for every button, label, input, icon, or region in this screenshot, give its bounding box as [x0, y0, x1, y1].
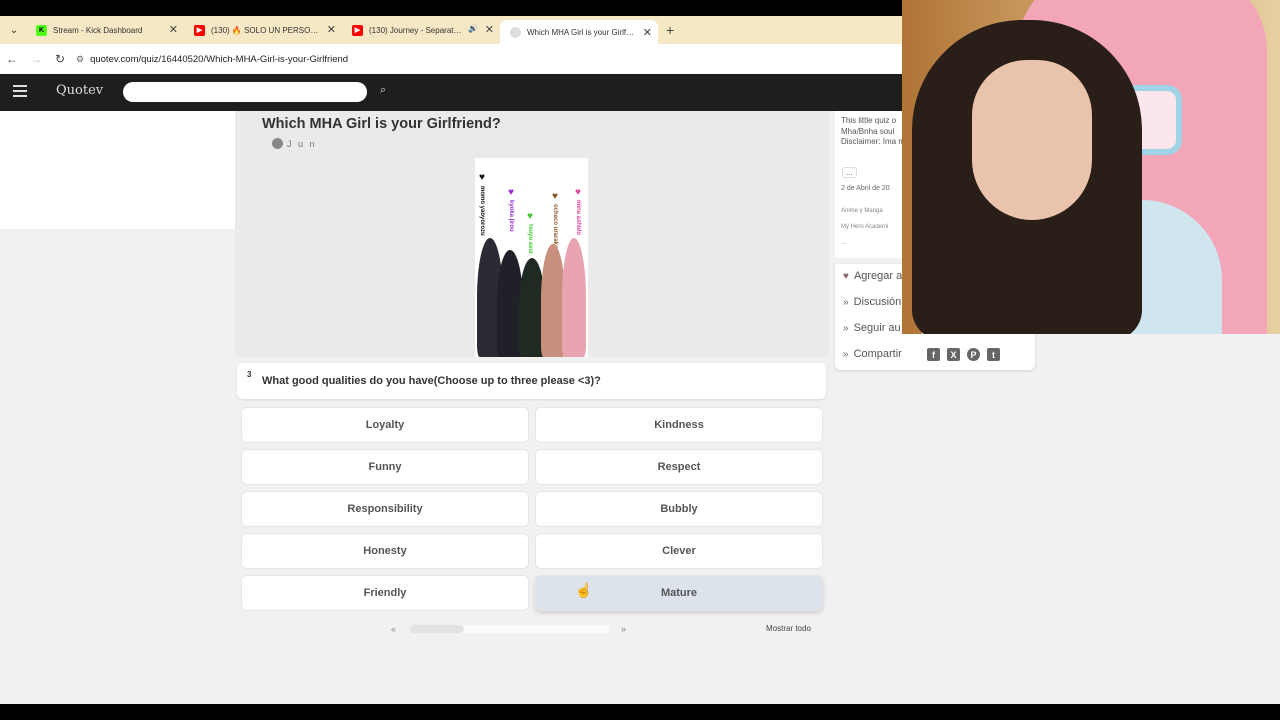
- new-tab-plus-icon[interactable]: +: [666, 22, 674, 38]
- answer-option[interactable]: Clever: [535, 533, 823, 569]
- discussion-link[interactable]: » Discusión: [843, 296, 901, 308]
- chevron-right-icon: »: [843, 349, 849, 360]
- browser-address-bar: ← → ↻ ⚙ quotev.com/quiz/16440520/Which-M…: [0, 44, 902, 74]
- tab-title: (130) Journey - Separate Ways: [369, 25, 465, 35]
- pinterest-icon[interactable]: P: [967, 348, 980, 361]
- cover-name-label: ochaco uraraka: [552, 204, 558, 249]
- pager-next-button[interactable]: »: [621, 624, 626, 634]
- avatar: [272, 138, 283, 149]
- x-icon[interactable]: X: [947, 348, 960, 361]
- heart-icon: ♥: [843, 271, 849, 282]
- link-label: Discusión: [853, 296, 902, 308]
- tag-link[interactable]: My Hero Academi: [841, 224, 888, 230]
- heart-icon: ♥: [479, 172, 485, 183]
- share-link[interactable]: » Compartir: [843, 348, 902, 360]
- webcam-overlay: [902, 0, 1280, 334]
- progress-fill: [410, 625, 464, 633]
- heart-icon: ♥: [552, 191, 558, 202]
- chair-logo: [1092, 0, 1202, 50]
- quotev-favicon-icon: [510, 26, 521, 38]
- url-field[interactable]: ⚙ quotev.com/quiz/16440520/Which-MHA-Gir…: [76, 47, 902, 71]
- quiz-progress-bar[interactable]: [410, 625, 610, 633]
- question-card: 3 What good qualities do you have(Choose…: [237, 363, 826, 399]
- author-name: J u n: [287, 138, 317, 149]
- tag-link[interactable]: ...: [841, 240, 846, 246]
- tab-close-icon[interactable]: ✕: [643, 26, 652, 39]
- question-number: 3: [247, 370, 252, 379]
- heart-icon: ♥: [527, 211, 533, 222]
- quiz-title: Which MHA Girl is your Girlfriend?: [262, 116, 501, 132]
- answer-option[interactable]: Respect: [535, 449, 823, 485]
- link-label: Seguir au: [853, 322, 901, 334]
- cover-name-label: tsuyu asui: [527, 224, 533, 254]
- forward-arrow-icon[interactable]: →: [24, 52, 48, 66]
- heart-icon: ♥: [575, 187, 581, 198]
- quiz-author[interactable]: J u n: [272, 138, 317, 149]
- tab-title: Which MHA Girl is your Girlfriend: [527, 27, 636, 37]
- tab-close-icon[interactable]: ✕: [169, 23, 178, 36]
- hamburger-menu-icon[interactable]: [13, 85, 27, 100]
- pager-prev-button[interactable]: «: [391, 624, 396, 634]
- tag-link[interactable]: Anime y Manga: [841, 208, 883, 214]
- tab-close-icon[interactable]: ✕: [327, 23, 336, 36]
- page-left-background: [0, 111, 236, 229]
- cover-character: [562, 238, 586, 357]
- tab-search-chevron-icon[interactable]: ⌄: [2, 19, 26, 41]
- share-icons: f X P t: [927, 348, 1007, 361]
- youtube-favicon-icon: ▶: [194, 24, 205, 36]
- more-button[interactable]: ...: [842, 167, 857, 178]
- search-icon[interactable]: ⌕: [380, 84, 386, 97]
- tab-title: (130) 🔥 SOLO UN PERSONAJE: [211, 25, 320, 35]
- site-logo[interactable]: Quotev: [56, 83, 103, 98]
- cover-name-label: mina ashido: [575, 200, 581, 236]
- answer-option[interactable]: Bubbly: [535, 491, 823, 527]
- show-all-link[interactable]: Mostrar todo: [766, 624, 811, 633]
- reload-icon[interactable]: ↻: [48, 52, 72, 66]
- tab-close-icon[interactable]: ✕: [485, 23, 494, 36]
- tumblr-icon[interactable]: t: [987, 348, 1000, 361]
- answer-option[interactable]: Responsibility: [241, 491, 529, 527]
- mouse-cursor-icon: ☝: [575, 582, 593, 598]
- quiz-cover-image: ♥ momo yaoyorozu ♥ kyoka jirou ♥ tsuyu a…: [475, 158, 588, 357]
- quiz-date: 2 de Abril de 20: [841, 185, 890, 192]
- quiz-banner: Which MHA Girl is your Girlfriend? J u n…: [235, 111, 829, 357]
- search-input[interactable]: [123, 82, 367, 102]
- audio-playing-icon[interactable]: 🔊: [468, 24, 478, 33]
- tab-title: Stream - Kick Dashboard: [53, 25, 143, 35]
- answer-option[interactable]: Friendly: [241, 575, 529, 611]
- chevron-right-icon: »: [843, 297, 849, 308]
- add-to-favorites-link[interactable]: ♥ Agregar a: [843, 270, 902, 282]
- quiz-info-card: This little quiz o Mha/Bnha soul Disclai…: [835, 111, 905, 258]
- browser-tab[interactable]: ▶ (130) Journey - Separate Ways 🔊 ✕: [342, 17, 500, 43]
- answer-option[interactable]: Funny: [241, 449, 529, 485]
- site-settings-icon[interactable]: ⚙: [76, 54, 84, 65]
- screen: ⌄ K Stream - Kick Dashboard ✕ ▶ (130) 🔥 …: [0, 0, 1280, 720]
- browser-tab[interactable]: K Stream - Kick Dashboard ✕: [26, 17, 184, 43]
- url-text: quotev.com/quiz/16440520/Which-MHA-Girl-…: [90, 53, 349, 65]
- link-label: Agregar a: [853, 270, 903, 282]
- question-text: What good qualities do you have(Choose u…: [262, 375, 601, 387]
- cover-name-label: momo yaoyorozu: [479, 186, 485, 236]
- facebook-icon[interactable]: f: [927, 348, 940, 361]
- quiz-description: This little quiz o Mha/Bnha soul Disclai…: [841, 116, 905, 146]
- youtube-favicon-icon: ▶: [352, 24, 363, 36]
- answer-option[interactable]: Honesty: [241, 533, 529, 569]
- follow-author-link[interactable]: » Seguir au: [843, 322, 901, 334]
- bottom-letterbox: [0, 704, 1280, 720]
- cover-name-label: kyoka jirou: [508, 200, 514, 232]
- heart-icon: ♥: [508, 187, 514, 198]
- answer-option[interactable]: Kindness: [535, 407, 823, 443]
- streamer-face: [972, 60, 1092, 220]
- kick-favicon-icon: K: [36, 24, 47, 36]
- browser-tab-bar: ⌄ K Stream - Kick Dashboard ✕ ▶ (130) 🔥 …: [0, 16, 902, 44]
- link-label: Compartir: [853, 348, 902, 360]
- answer-option[interactable]: Loyalty: [241, 407, 529, 443]
- browser-tab-active[interactable]: Which MHA Girl is your Girlfriend ✕: [500, 20, 658, 44]
- chevron-right-icon: »: [843, 323, 849, 334]
- browser-tab[interactable]: ▶ (130) 🔥 SOLO UN PERSONAJE ✕: [184, 17, 342, 43]
- back-arrow-icon[interactable]: ←: [0, 52, 24, 66]
